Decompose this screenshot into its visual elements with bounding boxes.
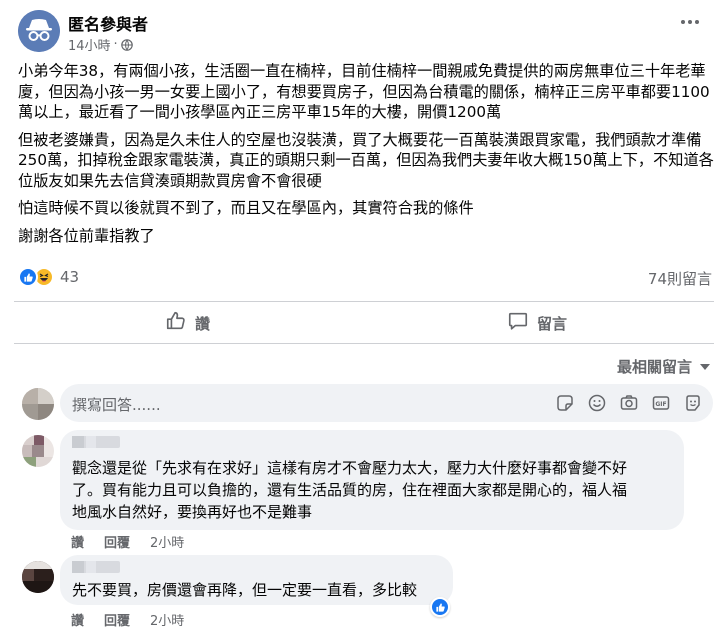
post-header: 匿名參與者 14小時 · [15, 8, 715, 58]
avatar-sticker-icon[interactable] [683, 393, 703, 413]
composer-placeholder: 撰寫回答...... [72, 396, 161, 414]
sort-label: 最相關留言 [616, 358, 692, 376]
camera-icon[interactable] [619, 393, 639, 413]
comment-actions: 讚 回覆 2小時 [71, 532, 184, 551]
post-meta: 14小時 · [68, 35, 133, 54]
comment-sort-dropdown[interactable]: 最相關留言 [617, 356, 710, 377]
post-paragraph: 謝謝各位前輩指教了 [18, 226, 155, 245]
comment-button-label: 留言 [537, 314, 568, 333]
comment-like-button[interactable]: 讚 [71, 532, 84, 551]
reaction-count: 43 [60, 268, 80, 286]
gif-icon[interactable]: GIF [651, 393, 671, 413]
divider [14, 343, 714, 344]
commenter-avatar[interactable] [22, 561, 54, 593]
comment-text: 地風水自然好，要換再好也不是難事 [72, 503, 313, 521]
post-paragraph: 怕這時候不買以後就買不到了，而且又在學區內，其實符合我的條件 [18, 199, 474, 217]
post-paragraph: 小弟今年38，有兩個小孩，生活圈一直在楠梓，目前住楠梓一間親戚免費提供的兩房無車… [18, 62, 710, 121]
post-author[interactable]: 匿名參與者 [68, 11, 148, 35]
meta-separator: · [113, 37, 118, 52]
comment-like-button[interactable]: 讚 [71, 610, 84, 629]
commenter-name-blurred[interactable] [72, 561, 120, 573]
post-body: 小弟今年38，有兩個小孩，生活圈一直在楠梓，目前住楠梓一間親戚免費提供的兩房無車… [18, 61, 714, 253]
comment-bubble-icon [507, 310, 529, 336]
reaction-summary[interactable]: 43 [18, 267, 79, 287]
comment-time[interactable]: 2小時 [150, 610, 184, 629]
globe-icon [120, 38, 133, 51]
comment-time[interactable]: 2小時 [150, 532, 184, 551]
like-button-label: 讚 [195, 314, 211, 333]
comment-actions: 讚 回覆 2小時 [71, 610, 184, 629]
post-paragraph: 但被老婆嫌貴，因為是久未住人的空屋也沒裝潢，買了大概要花一百萬裝潢跟買家電，我們… [18, 130, 714, 190]
comment-composer[interactable]: 撰寫回答...... GIF [60, 384, 713, 422]
comment-text: 了。買有能力且可以負擔的，還有生活品質的房，住在裡面大家都是開心的，福人福 [72, 481, 628, 499]
commenter-name-blurred[interactable] [72, 436, 120, 448]
emoji-icon[interactable] [587, 393, 607, 413]
like-icon[interactable] [430, 597, 450, 617]
comment-bubble[interactable]: 觀念還是從「先求有在求好」這樣有房才不會壓力太大，壓力大什麼好事都會變不好 了。… [60, 430, 684, 530]
comment-reply-button[interactable]: 回覆 [104, 532, 130, 551]
divider [14, 301, 714, 302]
caret-down-icon [700, 363, 710, 370]
incognito-avatar-icon[interactable] [18, 10, 60, 52]
more-icon[interactable] [675, 10, 705, 34]
post-time[interactable]: 14小時 [68, 35, 111, 54]
svg-text:GIF: GIF [655, 401, 666, 408]
comment-text: 先不要買，房價還會再降，但一定要一直看，多比較 [72, 581, 418, 599]
comment-count[interactable]: 74則留言 [648, 268, 712, 289]
current-user-avatar[interactable] [22, 388, 54, 420]
comment-reply-button[interactable]: 回覆 [104, 610, 130, 629]
comment-text: 觀念還是從「先求有在求好」這樣有房才不會壓力太大，壓力大什麼好事都會變不好 [72, 459, 628, 477]
like-icon [18, 267, 38, 287]
comment-bubble[interactable]: 先不要買，房價還會再降，但一定要一直看，多比較 [60, 555, 453, 605]
thumb-up-outline-icon [165, 310, 187, 336]
like-button[interactable]: 讚 [165, 306, 210, 340]
sticker-icon[interactable] [555, 393, 575, 413]
comment-button[interactable]: 留言 [507, 306, 567, 340]
commenter-avatar[interactable] [22, 435, 54, 467]
composer-tools: GIF [555, 393, 703, 413]
